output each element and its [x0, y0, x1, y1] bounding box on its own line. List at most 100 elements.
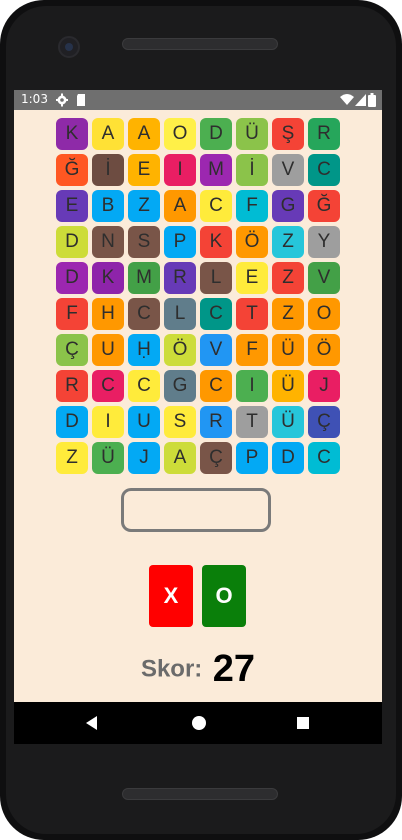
letter-tile[interactable]: Ü: [272, 334, 304, 366]
letter-tile[interactable]: Ç: [56, 334, 88, 366]
bottom-speaker: [122, 788, 278, 800]
letter-tile[interactable]: C: [200, 370, 232, 402]
letter-tile[interactable]: İ: [236, 154, 268, 186]
letter-tile[interactable]: T: [236, 298, 268, 330]
letter-tile[interactable]: E: [236, 262, 268, 294]
letter-tile[interactable]: I: [236, 370, 268, 402]
letter-tile[interactable]: Z: [56, 442, 88, 474]
letter-tile[interactable]: O: [164, 118, 196, 150]
letter-tile[interactable]: U: [128, 406, 160, 438]
letter-tile[interactable]: C: [128, 370, 160, 402]
letter-tile[interactable]: A: [92, 118, 124, 150]
letter-tile[interactable]: A: [164, 442, 196, 474]
letter-tile[interactable]: Z: [272, 262, 304, 294]
letter-tile[interactable]: O: [308, 298, 340, 330]
letter-tile[interactable]: H: [92, 298, 124, 330]
letter-tile[interactable]: Ş: [272, 118, 304, 150]
letter-tile[interactable]: J: [128, 442, 160, 474]
letter-tile[interactable]: I: [164, 154, 196, 186]
app-screen: 1:03 KAAODÜŞRĞİEIMİVCEBZACFGĞDNSPKÖZYDKM…: [14, 90, 382, 702]
letter-tile[interactable]: K: [56, 118, 88, 150]
letter-tile[interactable]: N: [92, 226, 124, 258]
letter-tile[interactable]: Ç: [308, 406, 340, 438]
letter-tile[interactable]: Ğ: [308, 190, 340, 222]
sd-card-icon: [77, 94, 85, 106]
wifi-icon: [340, 94, 354, 105]
letter-tile[interactable]: D: [56, 262, 88, 294]
letter-tile[interactable]: L: [164, 298, 196, 330]
cancel-button[interactable]: X: [149, 565, 193, 627]
score-value: 27: [212, 648, 256, 690]
letter-tile[interactable]: Z: [272, 226, 304, 258]
letter-tile[interactable]: Ö: [236, 226, 268, 258]
letter-tile[interactable]: R: [308, 118, 340, 150]
phone-frame: 1:03 KAAODÜŞRĞİEIMİVCEBZACFGĞDNSPKÖZYDKM…: [0, 0, 402, 840]
letter-tile[interactable]: R: [164, 262, 196, 294]
letter-tile[interactable]: V: [308, 262, 340, 294]
letter-tile[interactable]: C: [200, 298, 232, 330]
letter-tile[interactable]: C: [308, 154, 340, 186]
confirm-button[interactable]: O: [202, 565, 246, 627]
letter-tile[interactable]: İ: [92, 154, 124, 186]
letter-tile[interactable]: K: [200, 226, 232, 258]
letter-tile[interactable]: B: [92, 190, 124, 222]
letter-tile[interactable]: K: [92, 262, 124, 294]
letter-tile[interactable]: D: [200, 118, 232, 150]
letter-tile[interactable]: Ğ: [56, 154, 88, 186]
letter-tile[interactable]: Z: [272, 298, 304, 330]
letter-tile[interactable]: D: [272, 442, 304, 474]
letter-tile[interactable]: P: [236, 442, 268, 474]
letter-tile[interactable]: C: [308, 442, 340, 474]
letter-tile[interactable]: D: [56, 226, 88, 258]
letter-tile[interactable]: Y: [308, 226, 340, 258]
letter-tile[interactable]: G: [164, 370, 196, 402]
letter-tile[interactable]: Ḥ: [128, 334, 160, 366]
top-speaker: [122, 38, 278, 50]
letter-tile[interactable]: Ü: [272, 406, 304, 438]
back-icon[interactable]: [86, 716, 97, 730]
letter-tile[interactable]: Ü: [272, 370, 304, 402]
score-display: Skor: 27: [14, 648, 382, 691]
letter-tile[interactable]: J: [308, 370, 340, 402]
letter-tile[interactable]: F: [56, 298, 88, 330]
letter-tile[interactable]: Ö: [308, 334, 340, 366]
letter-tile[interactable]: S: [164, 406, 196, 438]
letter-tile[interactable]: T: [236, 406, 268, 438]
letter-tile[interactable]: E: [56, 190, 88, 222]
letter-tile[interactable]: E: [128, 154, 160, 186]
answer-field[interactable]: [121, 488, 271, 532]
letter-tile[interactable]: V: [272, 154, 304, 186]
letter-tile[interactable]: A: [164, 190, 196, 222]
score-label: Skor:: [140, 655, 203, 683]
status-time: 1:03: [21, 92, 48, 106]
letter-tile[interactable]: F: [236, 334, 268, 366]
letter-tile[interactable]: Ç: [200, 442, 232, 474]
letter-tile[interactable]: Ü: [236, 118, 268, 150]
letter-tile[interactable]: Z: [128, 190, 160, 222]
letter-tile[interactable]: I: [92, 406, 124, 438]
letter-grid: KAAODÜŞRĞİEIMİVCEBZACFGĞDNSPKÖZYDKMRLEZV…: [56, 118, 342, 474]
home-icon[interactable]: [192, 716, 206, 730]
letter-tile[interactable]: Ö: [164, 334, 196, 366]
letter-tile[interactable]: G: [272, 190, 304, 222]
letter-tile[interactable]: U: [92, 334, 124, 366]
letter-tile[interactable]: Ü: [92, 442, 124, 474]
letter-tile[interactable]: V: [200, 334, 232, 366]
letter-tile[interactable]: C: [200, 190, 232, 222]
recent-apps-icon[interactable]: [297, 717, 309, 729]
letter-tile[interactable]: M: [128, 262, 160, 294]
front-camera: [58, 36, 80, 58]
letter-tile[interactable]: R: [200, 406, 232, 438]
letter-tile[interactable]: D: [56, 406, 88, 438]
letter-tile[interactable]: P: [164, 226, 196, 258]
letter-tile[interactable]: A: [128, 118, 160, 150]
letter-tile[interactable]: C: [92, 370, 124, 402]
battery-icon: [368, 93, 376, 107]
navigation-bar: [14, 702, 382, 744]
letter-tile[interactable]: S: [128, 226, 160, 258]
letter-tile[interactable]: R: [56, 370, 88, 402]
letter-tile[interactable]: L: [200, 262, 232, 294]
letter-tile[interactable]: C: [128, 298, 160, 330]
letter-tile[interactable]: M: [200, 154, 232, 186]
letter-tile[interactable]: F: [236, 190, 268, 222]
